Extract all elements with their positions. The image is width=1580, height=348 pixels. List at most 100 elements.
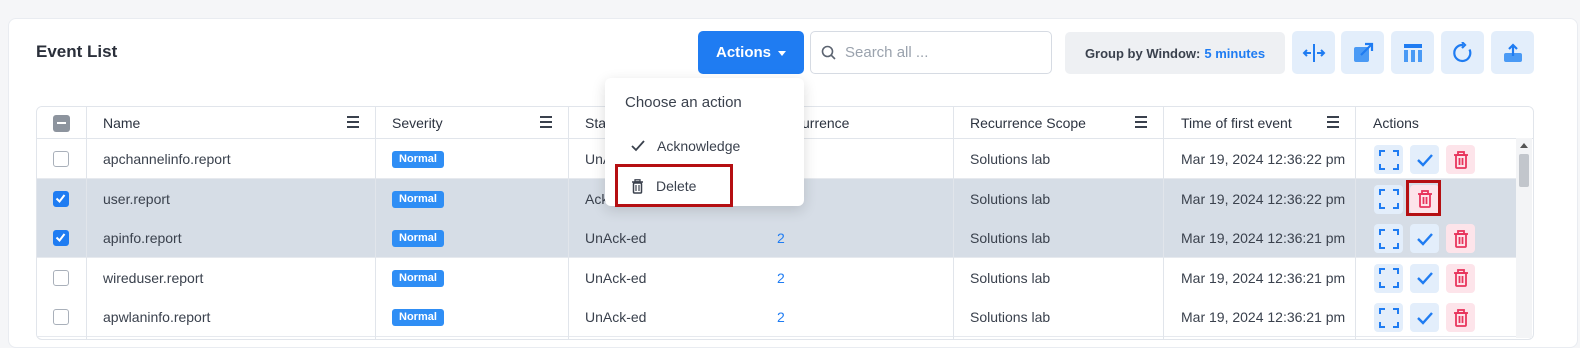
search-box[interactable] [810,31,1052,74]
column-divider[interactable] [375,107,376,339]
severity-badge: Normal [392,190,444,208]
recurrence-scope: Solutions lab [970,269,1051,286]
delete-button[interactable] [1446,303,1475,332]
event-name: apchannelinfo.report [103,151,231,167]
check-icon [631,140,645,152]
upload-button[interactable] [1491,31,1534,74]
event-status: UnAck-ed [585,309,647,325]
group-by-window[interactable]: Group by Window: 5 minutes [1065,32,1285,74]
column-menu-icon[interactable] [1135,116,1147,128]
event-name: apinfo.report [103,230,182,246]
expand-button[interactable] [1374,224,1403,253]
row-checkbox[interactable] [53,269,69,286]
event-status: UnAck-ed [585,269,647,286]
header-actions: Actions [1373,115,1419,131]
acknowledge-label: Acknowledge [657,138,741,154]
event-name: user.report [103,190,170,207]
acknowledge-button[interactable] [1410,263,1439,293]
trash-icon [1453,308,1469,327]
table-row[interactable]: apwlaninfo.report Normal UnAck-ed 2 Solution… [37,297,1517,337]
delete-highlight [615,164,733,207]
expand-button[interactable] [1374,303,1403,332]
acknowledge-action[interactable]: Acknowledge [631,138,740,154]
event-status: UnAck-ed [585,230,647,246]
check-icon [1416,153,1434,167]
expand-icon [1378,268,1399,288]
expand-icon [1378,228,1399,249]
first-event-time: Mar 19, 2024 12:36:21 pm [1181,269,1346,286]
recurrence-count[interactable]: 2 [777,297,785,336]
severity-badge: Normal [392,151,444,168]
header-time[interactable]: Time of first event [1181,107,1292,139]
column-menu-icon[interactable] [1327,116,1339,128]
search-icon [821,45,836,60]
column-divider [86,107,87,339]
recurrence-scope: Solutions lab [970,151,1051,167]
columns-button[interactable] [1391,31,1434,74]
select-all-checkbox[interactable] [53,115,70,132]
first-event-time: Mar 19, 2024 12:36:21 pm [1181,309,1346,325]
event-name: wireduser.report [103,269,204,286]
expand-button[interactable] [1374,184,1403,214]
export-button[interactable] [1341,31,1384,74]
refresh-icon [1452,41,1471,62]
column-divider[interactable] [568,107,569,339]
table-row[interactable]: wireduser.report Normal UnAck-ed 2 Solutions… [37,257,1517,298]
acknowledge-button[interactable] [1410,145,1439,174]
header-severity[interactable]: Severity [392,107,443,139]
scrollbar-thumb[interactable] [1519,154,1529,187]
recurrence-scope: Solutions lab [970,190,1051,207]
severity-badge: Normal [392,269,444,287]
delete-button[interactable] [1446,145,1475,174]
severity-badge: Normal [392,309,444,326]
trash-icon [1453,269,1469,287]
recurrence-count[interactable]: 2 [777,258,785,297]
delete-button[interactable] [1446,263,1475,293]
actions-button[interactable]: Actions [698,31,804,74]
column-menu-icon[interactable] [540,116,552,128]
actions-button-label: Actions [715,44,771,61]
columns-icon [1403,43,1422,62]
header-name[interactable]: Name [103,107,140,139]
header-status[interactable]: Sta [585,107,606,139]
column-divider[interactable] [953,107,954,339]
trash-icon [1453,229,1469,248]
delete-button[interactable] [1446,224,1475,253]
acknowledge-button[interactable] [1410,224,1439,253]
recurrence-count[interactable]: 2 [777,218,785,257]
split-horizontal-button[interactable] [1292,31,1335,74]
first-event-time: Mar 19, 2024 12:36:22 pm [1181,151,1346,167]
search-input[interactable] [845,44,1035,61]
row-checkbox[interactable] [53,309,69,325]
column-menu-icon[interactable] [347,116,359,128]
page-title: Event List [36,42,118,61]
check-icon [1416,232,1434,246]
header-recurrence-scope[interactable]: Recurrence Scope [970,107,1086,139]
refresh-button[interactable] [1441,31,1484,74]
row-delete-highlight [1406,180,1441,216]
row-checkbox[interactable] [53,190,69,207]
expand-icon [1378,307,1399,328]
export-icon [1353,42,1373,62]
row-checkbox[interactable] [53,151,69,167]
event-name: apwlaninfo.report [103,309,211,325]
expand-button[interactable] [1374,145,1403,174]
scroll-up-icon[interactable] [1520,143,1528,148]
row-checkbox[interactable] [53,230,69,246]
trash-icon [1453,150,1469,169]
expand-icon [1378,149,1399,170]
check-icon [1416,271,1434,285]
table-scrollbar[interactable] [1516,138,1532,338]
column-divider[interactable] [1355,107,1356,339]
first-event-time: Mar 19, 2024 12:36:21 pm [1181,230,1346,246]
check-icon [1416,311,1434,325]
header-recurrence[interactable]: urrence [802,107,849,139]
checkmark-icon [55,233,66,243]
table-row[interactable]: apinfo.report Normal UnAck-ed 2 Solutions la… [37,218,1517,258]
split-horizontal-icon [1302,43,1325,62]
group-by-value[interactable]: 5 minutes [1204,46,1265,61]
acknowledge-button[interactable] [1410,303,1439,332]
checkmark-icon [55,193,66,203]
column-divider[interactable] [1163,107,1164,339]
expand-button[interactable] [1374,263,1403,293]
